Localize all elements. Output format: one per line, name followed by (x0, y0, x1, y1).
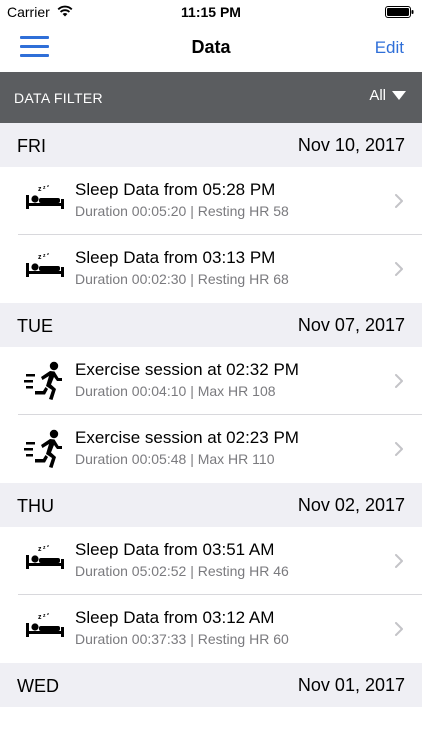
sleep-data-row[interactable]: z z z Sleep Data from 03:13 PM Duration 00:0… (0, 235, 422, 303)
data-filter-label: DATA FILTER (14, 90, 103, 106)
svg-text:z: z (38, 614, 42, 621)
svg-text:z: z (43, 253, 46, 259)
row-title: Exercise session at 02:32 PM (75, 360, 299, 379)
sleep-data-row[interactable]: z z z Sleep Data from 05:28 PM Duration 00:0… (0, 167, 422, 235)
svg-text:z: z (43, 545, 46, 551)
running-person-icon (24, 429, 66, 469)
chevron-right-icon (395, 374, 403, 388)
data-filter-value: All (369, 87, 386, 104)
section-day: THU (17, 496, 54, 516)
svg-text:z: z (38, 546, 42, 553)
page-title: Data (191, 37, 231, 57)
data-filter-dropdown[interactable]: All (369, 87, 406, 104)
chevron-right-icon (395, 622, 403, 636)
row-subtitle: Duration 00:37:33 | Resting HR 60 (75, 631, 289, 647)
row-title: Exercise session at 02:23 PM (75, 428, 299, 447)
data-list: FRI Nov 10, 2017 z z z Sleep Data from 05:28 … (0, 123, 422, 707)
sleep-data-row[interactable]: z z z Sleep Data from 03:51 AM Duration 05:0… (0, 527, 422, 595)
svg-text:z: z (38, 254, 42, 261)
chevron-right-icon (395, 194, 403, 208)
row-title: Sleep Data from 03:12 AM (75, 608, 275, 627)
sleep-bed-icon: zzz (24, 541, 66, 581)
sleep-bed-icon: zzz (24, 609, 66, 649)
caret-down-icon (392, 91, 406, 100)
chevron-right-icon (395, 262, 403, 276)
section-header: THU Nov 02, 2017 (0, 483, 422, 527)
section-day: TUE (17, 316, 53, 336)
section-header: WED Nov 01, 2017 (0, 663, 422, 707)
navigation-bar: Data Edit (0, 24, 422, 72)
sleep-bed-icon: zzz (24, 181, 66, 221)
svg-text:z: z (47, 183, 49, 188)
row-title: Sleep Data from 03:51 AM (75, 540, 275, 559)
chevron-right-icon (395, 442, 403, 456)
status-bar: Carrier 11:15 PM (0, 0, 422, 24)
section-day: FRI (17, 136, 46, 156)
section-header: TUE Nov 07, 2017 (0, 303, 422, 347)
section-date: Nov 07, 2017 (297, 315, 405, 335)
row-subtitle: Duration 00:05:48 | Max HR 110 (75, 451, 275, 467)
section-rows: z z z Sleep Data from 03:51 AM Duration 05:0… (0, 527, 422, 663)
status-time: 11:15 PM (181, 4, 241, 20)
row-subtitle: Duration 05:02:52 | Resting HR 46 (75, 563, 289, 579)
chevron-right-icon (395, 554, 403, 568)
row-subtitle: Duration 00:02:30 | Resting HR 68 (75, 271, 289, 287)
row-title: Sleep Data from 05:28 PM (75, 180, 276, 199)
svg-text:z: z (47, 611, 49, 616)
section-day: WED (17, 676, 59, 696)
section-date: Nov 10, 2017 (297, 135, 405, 155)
svg-text:z: z (47, 251, 49, 256)
section-header: FRI Nov 10, 2017 (0, 123, 422, 167)
svg-text:z: z (43, 613, 46, 619)
svg-text:z: z (43, 185, 46, 191)
battery-icon (385, 6, 414, 18)
section-rows: Exercise session at 02:32 PM Duration 00:… (0, 347, 422, 483)
running-person-icon (24, 361, 66, 401)
sleep-data-row[interactable]: z z z Sleep Data from 03:12 AM Duration 00:3… (0, 595, 422, 663)
exercise-session-row[interactable]: Exercise session at 02:32 PM Duration 00:… (0, 347, 422, 415)
edit-button[interactable]: Edit (375, 38, 404, 58)
sleep-bed-icon: zzz (24, 249, 66, 289)
exercise-session-row[interactable]: Exercise session at 02:23 PM Duration 00:… (0, 415, 422, 483)
svg-text:z: z (47, 543, 49, 548)
data-filter-bar: DATA FILTER All (0, 72, 422, 123)
svg-text:z: z (38, 186, 42, 193)
section-rows: z z z Sleep Data from 05:28 PM Duration 00:0… (0, 167, 422, 303)
section-date: Nov 02, 2017 (297, 495, 405, 515)
row-subtitle: Duration 00:05:20 | Resting HR 58 (75, 203, 289, 219)
row-title: Sleep Data from 03:13 PM (75, 248, 276, 267)
row-subtitle: Duration 00:04:10 | Max HR 108 (75, 383, 276, 399)
section-date: Nov 01, 2017 (297, 675, 405, 695)
